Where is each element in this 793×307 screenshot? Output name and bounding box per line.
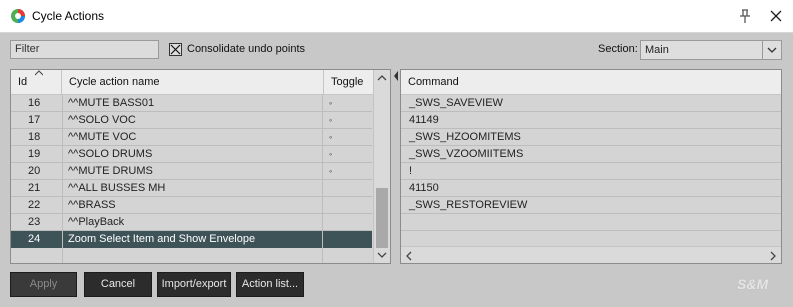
scroll-left-icon[interactable] [405, 251, 413, 261]
column-divider [62, 95, 63, 263]
checkmark-icon [170, 44, 181, 55]
cell-command: ! [409, 165, 413, 177]
command-row[interactable]: 41150 [401, 180, 781, 197]
table-row[interactable]: 16 ^^MUTE BASS01 ◦ [11, 95, 372, 112]
cell-toggle: ◦ [329, 98, 333, 108]
cell-name: ^^BRASS [68, 199, 116, 211]
section-dropdown[interactable]: Main [640, 40, 782, 60]
cell-name: ^^PlayBack [68, 216, 125, 228]
splitter-arrow-icon[interactable] [393, 70, 399, 82]
column-header-toggle[interactable]: Toggle [324, 70, 374, 95]
chevron-down-icon [762, 41, 777, 59]
cell-name: ^^SOLO VOC [68, 114, 136, 126]
cell-toggle: ◦ [329, 115, 333, 125]
action-list-button[interactable]: Action list... [236, 272, 304, 297]
scroll-right-icon[interactable] [769, 251, 777, 261]
column-header-id[interactable]: Id [11, 70, 62, 95]
command-row[interactable]: _SWS_VZOOMIITEMS [401, 146, 781, 163]
cell-id: 19 [28, 148, 41, 160]
command-row[interactable]: _SWS_RESTOREVIEW [401, 197, 781, 214]
table-row[interactable]: 18 ^^MUTE VOC ◦ [11, 129, 372, 146]
window-title: Cycle Actions [32, 9, 105, 23]
command-row[interactable]: 41149 [401, 112, 781, 129]
column-header-command[interactable]: Command [401, 70, 781, 95]
table-row[interactable]: 19 ^^SOLO DRUMS ◦ [11, 146, 372, 163]
consolidate-undo-checkbox[interactable] [169, 43, 182, 56]
cell-name: ^^MUTE VOC [68, 131, 137, 143]
apply-button[interactable]: Apply [10, 272, 77, 297]
cell-toggle: ◦ [329, 149, 333, 159]
cell-name: ^^SOLO DRUMS [68, 148, 153, 160]
close-icon[interactable] [768, 8, 784, 24]
cell-name: ^^MUTE DRUMS [68, 165, 153, 177]
cell-command: _SWS_RESTOREVIEW [409, 199, 528, 211]
title-bar: Cycle Actions [0, 0, 793, 33]
cell-name: Zoom Select Item and Show Envelope [68, 233, 256, 245]
cell-command: 41150 [409, 182, 439, 194]
column-header-name[interactable]: Cycle action name [62, 70, 324, 95]
reaper-app-icon [11, 9, 25, 23]
scroll-down-icon[interactable] [377, 251, 387, 259]
section-value: Main [645, 44, 669, 56]
cell-command: _SWS_VZOOMIITEMS [409, 148, 524, 160]
cell-id: 22 [28, 199, 41, 211]
command-row[interactable]: ! [401, 163, 781, 180]
cell-id: 20 [28, 165, 41, 177]
cell-id: 24 [28, 233, 41, 245]
cell-id: 17 [28, 114, 41, 126]
command-row[interactable]: _SWS_HZOOMITEMS [401, 129, 781, 146]
vertical-scrollbar[interactable] [373, 70, 390, 263]
sort-ascending-icon [35, 70, 43, 76]
cell-toggle: ◦ [329, 132, 333, 142]
commands-list[interactable]: Command _SWS_SAVEVIEW 41149 _SWS_HZOOMITEM… [400, 69, 782, 264]
section-label: Section: [598, 43, 638, 55]
command-row[interactable] [401, 214, 781, 231]
filter-input[interactable]: Filter [10, 40, 159, 59]
consolidate-undo-label: Consolidate undo points [187, 43, 306, 55]
table-row[interactable]: 20 ^^MUTE DRUMS ◦ [11, 163, 372, 180]
column-divider [322, 95, 323, 263]
horizontal-scrollbar[interactable] [401, 246, 781, 263]
cycle-actions-list[interactable]: Id Cycle action name Toggle 16 ^^MUTE BAS… [10, 69, 391, 264]
cell-id: 16 [28, 97, 41, 109]
cell-name: ^^MUTE BASS01 [68, 97, 155, 109]
scrollbar-thumb[interactable] [376, 188, 388, 248]
pin-icon[interactable] [737, 8, 753, 24]
import-export-button[interactable]: Import/export [157, 272, 231, 297]
scroll-up-icon[interactable] [377, 74, 387, 82]
cell-toggle: ◦ [329, 166, 333, 176]
table-row[interactable]: 24 Zoom Select Item and Show Envelope [11, 231, 372, 248]
command-row[interactable]: _SWS_SAVEVIEW [401, 95, 781, 112]
cell-id: 23 [28, 216, 41, 228]
cell-id: 21 [28, 182, 41, 194]
cancel-button[interactable]: Cancel [84, 272, 152, 297]
table-row[interactable]: 22 ^^BRASS [11, 197, 372, 214]
table-row[interactable]: 21 ^^ALL BUSSES MH [11, 180, 372, 197]
cell-command: _SWS_SAVEVIEW [409, 97, 503, 109]
cell-command: _SWS_HZOOMITEMS [409, 131, 521, 143]
cell-name: ^^ALL BUSSES MH [68, 182, 166, 194]
cell-id: 18 [28, 131, 41, 143]
table-row[interactable]: 23 ^^PlayBack [11, 214, 372, 231]
table-row[interactable]: 17 ^^SOLO VOC ◦ [11, 112, 372, 129]
sm-logo: S&M [737, 276, 769, 292]
cell-command: 41149 [409, 114, 439, 126]
